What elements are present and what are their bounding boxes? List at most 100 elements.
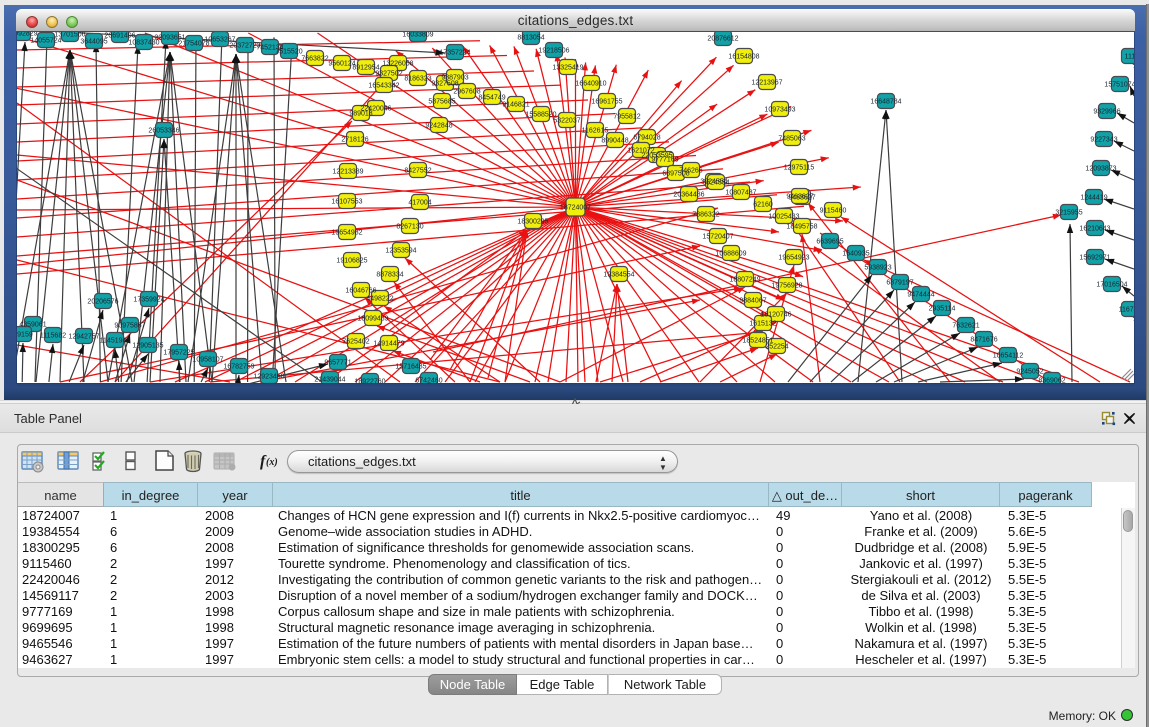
svg-text:1615132: 1615132: [749, 321, 776, 328]
svg-text:10688609: 10688609: [715, 251, 746, 258]
svg-text:90975867: 90975867: [114, 323, 145, 330]
svg-text:19654923: 19654923: [778, 255, 809, 262]
svg-text:10807487: 10807487: [725, 190, 756, 197]
svg-text:1115682: 1115682: [40, 333, 66, 340]
svg-text:9329966: 9329966: [1093, 109, 1120, 116]
svg-text:9227343: 9227343: [1090, 137, 1117, 144]
svg-text:1244419: 1244419: [1080, 195, 1107, 202]
svg-text:12923468: 12923468: [253, 374, 284, 381]
svg-text:16210643: 16210643: [1079, 226, 1110, 233]
svg-text:19756928: 19756928: [771, 283, 802, 290]
svg-text:16961755: 16961755: [591, 99, 622, 106]
svg-text:9327502: 9327502: [375, 71, 402, 78]
svg-text:16154808: 16154808: [728, 54, 759, 61]
svg-text:17357224: 17357224: [439, 50, 470, 57]
svg-text:7886322: 7886322: [692, 212, 719, 219]
svg-text:13325419: 13325419: [552, 65, 583, 72]
svg-text:9146821: 9146821: [502, 102, 529, 109]
svg-text:7955812: 7955812: [613, 114, 640, 121]
svg-text:5322037: 5322037: [553, 118, 580, 125]
svg-text:26053346: 26053346: [148, 128, 179, 135]
svg-text:16543342: 16543342: [368, 83, 399, 90]
svg-text:15716485: 15716485: [395, 364, 426, 371]
svg-text:5938923: 5938923: [864, 265, 891, 272]
svg-text:14914479: 14914479: [373, 341, 404, 348]
svg-text:12213389: 12213389: [332, 169, 363, 176]
svg-text:8878334: 8878334: [376, 272, 403, 279]
svg-text:10973493: 10973493: [764, 107, 795, 114]
svg-text:9115460: 9115460: [820, 208, 847, 215]
svg-text:9657771: 9657771: [324, 360, 351, 367]
svg-text:13226058: 13226058: [382, 61, 413, 68]
svg-text:5875685: 5875685: [428, 99, 455, 106]
svg-text:8471676: 8471676: [970, 337, 997, 344]
svg-text:12975115: 12975115: [784, 165, 815, 172]
svg-text:9245052: 9245052: [1016, 369, 1043, 376]
svg-text:10025433: 10025433: [768, 214, 799, 221]
svg-text:16648784: 16648784: [870, 99, 901, 106]
svg-text:17359924: 17359924: [133, 297, 164, 304]
svg-text:20876612: 20876612: [707, 36, 738, 43]
svg-text:2967608: 2967608: [453, 89, 480, 96]
svg-text:9777169: 9777169: [651, 157, 678, 164]
svg-text:20364486: 20364486: [673, 192, 704, 199]
svg-text:989018: 989018: [349, 111, 372, 118]
svg-text:18495758: 18495758: [786, 224, 817, 231]
svg-text:8813054: 8813054: [517, 35, 544, 42]
svg-text:18807249: 18807249: [729, 277, 760, 284]
svg-text:9474444: 9474444: [907, 292, 934, 299]
svg-text:16640910: 16640910: [575, 81, 606, 88]
svg-text:19106825: 19106825: [336, 258, 367, 265]
svg-text:16107553: 16107553: [331, 199, 362, 206]
svg-text:4498222: 4498222: [366, 296, 393, 303]
svg-text:1640935: 1640935: [842, 251, 869, 258]
svg-text:6639695: 6639695: [816, 239, 843, 246]
svg-text:9327508: 9327508: [431, 81, 458, 88]
svg-text:6879197: 6879197: [886, 280, 913, 287]
svg-text:2718126: 2718126: [341, 137, 368, 144]
svg-text:18724007: 18724007: [560, 205, 591, 212]
svg-text:16120746: 16120746: [760, 312, 791, 319]
svg-text:10958107: 10958107: [192, 357, 223, 364]
svg-text:62160: 62160: [753, 202, 773, 209]
svg-text:746266: 746266: [679, 168, 702, 175]
svg-text:3215955: 3215955: [1055, 210, 1082, 217]
svg-text:16782759: 16782759: [223, 364, 254, 371]
svg-text:9884067: 9884067: [739, 298, 766, 305]
svg-text:252254: 252254: [765, 344, 788, 351]
svg-text:17016504: 17016504: [1096, 282, 1127, 289]
svg-text:7625402: 7625402: [342, 339, 369, 346]
svg-text:111: 111: [1125, 54, 1134, 61]
svg-text:(x): (x): [266, 457, 278, 468]
svg-text:7485063: 7485063: [778, 136, 805, 143]
svg-text:7663822: 7663822: [301, 56, 328, 63]
svg-text:9887903: 9887903: [441, 75, 468, 82]
svg-text:7515520: 7515520: [275, 49, 302, 56]
svg-text:15588520: 15588520: [525, 112, 556, 119]
svg-text:116753: 116753: [1119, 307, 1134, 314]
svg-text:3624554: 3624554: [702, 180, 729, 187]
svg-text:19654982: 19654982: [331, 230, 362, 237]
svg-text:8186323: 8186323: [404, 76, 431, 83]
svg-text:17957225: 17957225: [163, 350, 194, 357]
svg-text:39159: 39159: [17, 332, 33, 339]
svg-text:3644095: 3644095: [80, 39, 107, 46]
svg-text:18099489: 18099489: [357, 316, 388, 323]
svg-text:8427552: 8427552: [404, 168, 431, 175]
svg-text:8454749: 8454749: [478, 95, 505, 102]
svg-text:12353594: 12353594: [385, 248, 416, 255]
svg-text:12213967: 12213967: [751, 80, 782, 87]
svg-text:20206576: 20206576: [87, 299, 118, 306]
svg-text:7632621: 7632621: [952, 323, 979, 330]
svg-text:20691406: 20691406: [104, 33, 135, 40]
svg-text:8267130: 8267130: [396, 224, 423, 231]
svg-text:18300295: 18300295: [517, 219, 548, 226]
svg-text:15751074: 15751074: [1104, 82, 1134, 89]
svg-text:6794028: 6794028: [633, 135, 660, 142]
svg-text:15720407: 15720407: [702, 234, 733, 241]
svg-text:11451944: 11451944: [100, 338, 131, 345]
svg-text:19384554: 19384554: [603, 272, 634, 279]
svg-text:417004: 417004: [408, 200, 431, 207]
svg-text:2935114: 2935114: [929, 306, 956, 313]
svg-text:8990448: 8990448: [601, 138, 628, 145]
